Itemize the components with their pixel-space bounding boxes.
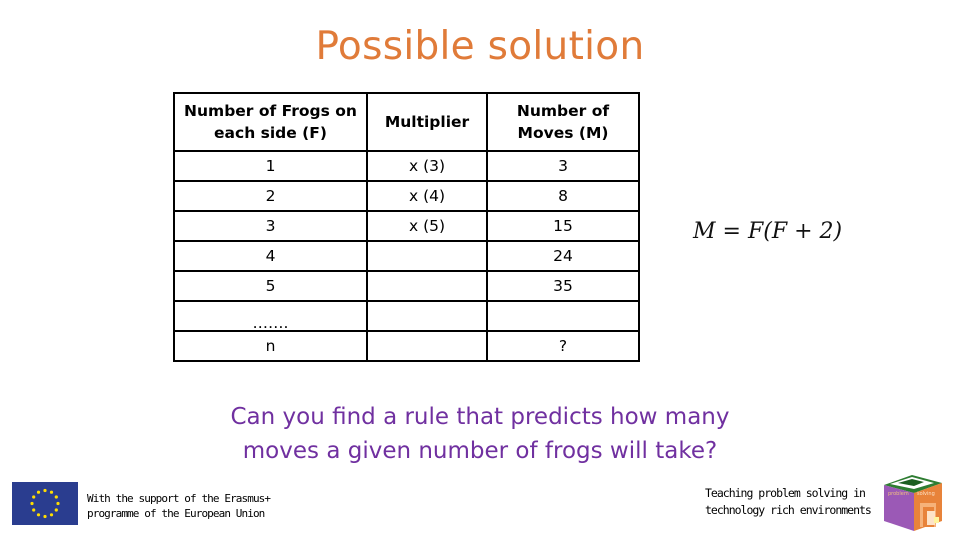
formula-lhs: M [693, 219, 716, 244]
eu-star-icon [49, 513, 54, 517]
header-moves-label: Number of Moves (M) [516, 102, 610, 142]
cell-multiplier: x (5) [366, 210, 488, 242]
cell-frogs: 4 [173, 240, 368, 272]
cell-frogs: 3 [173, 210, 368, 242]
eu-stars-icon [30, 488, 60, 519]
eu-flag-icon [12, 482, 78, 525]
table-row: 1 x (3) 3 [173, 150, 640, 182]
logo-label-right: solving [917, 491, 935, 497]
slide-title: Possible solution [315, 24, 645, 69]
eu-star-icon [49, 490, 54, 494]
cell-moves: 24 [486, 240, 640, 272]
cell-frogs: 5 [173, 270, 368, 302]
frogs-moves-table: Number of Frogs on each side (F) Multipl… [173, 92, 640, 362]
cell-frogs: 2 [173, 180, 368, 212]
eu-star-icon [36, 490, 41, 494]
eu-support-text: With the support of the Erasmus+ program… [87, 491, 271, 521]
cell-multiplier: x (3) [366, 150, 488, 182]
table-row: 2 x (4) 8 [173, 180, 640, 212]
cell-moves: ? [486, 330, 640, 362]
table-row: 5 35 [173, 270, 640, 302]
project-cube-logo-icon: problem solving [884, 475, 942, 531]
formula-rhs: F(F + 2) [747, 219, 843, 244]
question-line-1: Can you find a rule that predicts how ma… [230, 404, 730, 430]
table-row: ……. [173, 300, 640, 332]
table-row: 4 24 [173, 240, 640, 272]
question-text: Can you find a rule that predicts how ma… [0, 400, 960, 468]
table-row: 3 x (5) 15 [173, 210, 640, 242]
eu-star-icon [56, 501, 60, 506]
eu-star-icon [30, 501, 34, 506]
eu-star-icon [54, 495, 58, 499]
cell-frogs: n [173, 330, 368, 362]
project-line-1: Teaching problem solving in [705, 486, 866, 500]
cell-moves: 35 [486, 270, 640, 302]
eu-star-icon [43, 514, 47, 519]
cell-frogs: ……. [173, 300, 368, 332]
logo-label-left: problem [888, 491, 909, 497]
cell-frogs: 1 [173, 150, 368, 182]
cell-moves: 15 [486, 210, 640, 242]
cell-moves [486, 300, 640, 332]
eu-star-icon [43, 488, 47, 493]
cell-moves: 3 [486, 150, 640, 182]
eu-star-icon [32, 508, 36, 512]
eu-star-icon [36, 513, 41, 517]
table-header-row: Number of Frogs on each side (F) Multipl… [173, 92, 640, 152]
cell-multiplier [366, 330, 488, 362]
cell-multiplier [366, 240, 488, 272]
eu-star-icon [54, 508, 58, 512]
eu-support-line-1: With the support of the Erasmus+ [87, 492, 271, 505]
project-name-text: Teaching problem solving in technology r… [705, 485, 872, 519]
project-line-2: technology rich environments [705, 503, 872, 517]
header-moves: Number of Moves (M) [486, 92, 640, 152]
cell-multiplier [366, 270, 488, 302]
question-line-2: moves a given number of frogs will take? [242, 438, 718, 464]
cell-moves: 8 [486, 180, 640, 212]
eu-support-line-2: programme of the European Union [87, 507, 265, 520]
eu-star-icon [32, 495, 36, 499]
cell-multiplier [366, 300, 488, 332]
header-frogs: Number of Frogs on each side (F) [173, 92, 368, 152]
header-frogs-label: Number of Frogs on each side (F) [184, 102, 357, 142]
table-row: n ? [173, 330, 640, 362]
formula: M = F(F + 2) [693, 219, 842, 244]
header-multiplier-label: Multiplier [384, 113, 470, 131]
formula-equals: = [722, 219, 741, 244]
cell-multiplier: x (4) [366, 180, 488, 212]
header-multiplier: Multiplier [366, 92, 488, 152]
